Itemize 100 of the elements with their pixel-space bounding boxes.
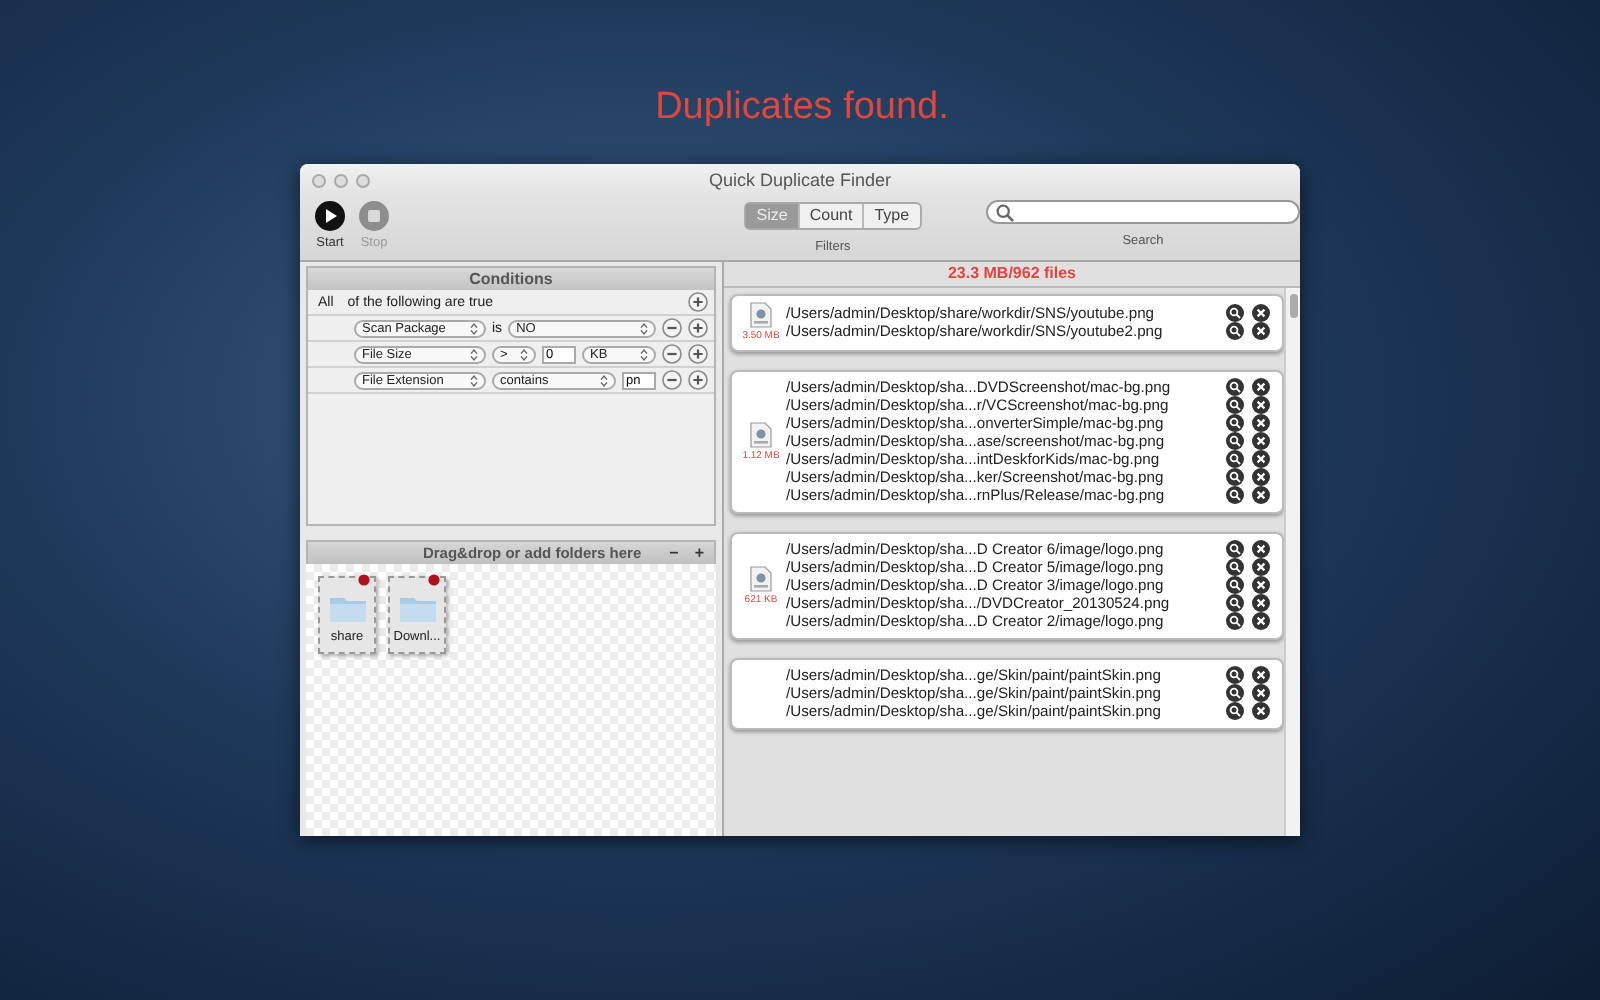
magnifier-icon: [1226, 594, 1244, 612]
close-icon: [1252, 396, 1270, 414]
magnifier-icon: [1226, 612, 1244, 630]
filter-tab[interactable]: Type: [862, 204, 920, 228]
folder-icon: [327, 593, 367, 623]
pin-icon: [428, 574, 440, 586]
chevron-icon: [470, 347, 478, 361]
remove-folder-button[interactable]: −: [665, 543, 683, 563]
close-icon: [1252, 576, 1270, 594]
minus-icon: [662, 344, 682, 364]
magnifier-icon: [1226, 414, 1244, 432]
stop-icon: [358, 200, 390, 232]
reveal-button[interactable]: [1226, 576, 1244, 594]
magnifier-icon: [1226, 684, 1244, 702]
magnifier-icon: [1226, 666, 1244, 684]
plus-icon: [688, 292, 708, 312]
chevron-icon: [640, 321, 648, 335]
reveal-button[interactable]: [1226, 612, 1244, 630]
reveal-button[interactable]: [1226, 322, 1244, 340]
reveal-button[interactable]: [1226, 702, 1244, 720]
chevron-icon: [600, 373, 608, 387]
reveal-button[interactable]: [1226, 684, 1244, 702]
delete-button[interactable]: [1252, 468, 1270, 486]
magnifier-icon: [1226, 304, 1244, 322]
delete-button[interactable]: [1252, 304, 1270, 322]
close-icon: [1252, 540, 1270, 558]
image-file-icon: [750, 421, 772, 447]
magnifier-icon: [1226, 450, 1244, 468]
search-field[interactable]: [986, 200, 1300, 224]
reveal-button[interactable]: [1226, 666, 1244, 684]
delete-button[interactable]: [1252, 576, 1270, 594]
plus-icon: [688, 344, 708, 364]
panel-header: Conditions: [308, 268, 714, 290]
minus-icon: [662, 318, 682, 338]
image-file-icon: [750, 302, 772, 328]
delete-button[interactable]: [1252, 396, 1270, 414]
close-icon: [1252, 304, 1270, 322]
plus-icon: [688, 318, 708, 338]
chevron-icon: [470, 321, 478, 335]
window-title: Quick Duplicate Finder: [708, 170, 892, 190]
headline: Duplicates found.: [655, 86, 949, 130]
close-icon: [1252, 486, 1270, 504]
delete-button[interactable]: [1252, 594, 1270, 612]
delete-button[interactable]: [1252, 486, 1270, 504]
magnifier-icon: [1226, 432, 1244, 450]
delete-button[interactable]: [1252, 322, 1270, 340]
reveal-button[interactable]: [1226, 396, 1244, 414]
reveal-button[interactable]: [1226, 540, 1244, 558]
close-icon: [1252, 594, 1270, 612]
summary-text: 23.3 MB/962 files: [724, 262, 1300, 288]
scrollbar[interactable]: [1284, 288, 1300, 836]
delete-button[interactable]: [1252, 540, 1270, 558]
delete-button[interactable]: [1252, 558, 1270, 576]
reveal-button[interactable]: [1226, 450, 1244, 468]
close-icon: [1252, 322, 1270, 340]
close-icon: [1252, 450, 1270, 468]
magnifier-icon: [1226, 558, 1244, 576]
folder-icon: [397, 593, 437, 623]
magnifier-icon: [1226, 322, 1244, 340]
search-icon: [996, 203, 1014, 221]
close-icon: [1252, 612, 1270, 630]
add-folder-button[interactable]: +: [690, 543, 708, 563]
reveal-button[interactable]: [1226, 378, 1244, 396]
delete-button[interactable]: [1252, 432, 1270, 450]
filter-tab[interactable]: Count: [797, 204, 863, 228]
delete-button[interactable]: [1252, 414, 1270, 432]
delete-button[interactable]: [1252, 666, 1270, 684]
delete-button[interactable]: [1252, 684, 1270, 702]
reveal-button[interactable]: [1226, 414, 1244, 432]
reveal-button[interactable]: [1226, 486, 1244, 504]
reveal-button[interactable]: [1226, 304, 1244, 322]
pin-icon: [358, 574, 370, 586]
close-icon: [1252, 558, 1270, 576]
play-icon: [314, 200, 346, 232]
reveal-button[interactable]: [1226, 594, 1244, 612]
chevron-icon: [640, 347, 648, 361]
magnifier-icon: [1226, 702, 1244, 720]
chevron-icon: [520, 347, 528, 361]
close-icon: [1252, 378, 1270, 396]
magnifier-icon: [1226, 576, 1244, 594]
close-icon: [1252, 432, 1270, 450]
delete-button[interactable]: [1252, 450, 1270, 468]
image-file-icon: [750, 565, 772, 591]
delete-button[interactable]: [1252, 612, 1270, 630]
reveal-button[interactable]: [1226, 432, 1244, 450]
magnifier-icon: [1226, 468, 1244, 486]
delete-button[interactable]: [1252, 378, 1270, 396]
reveal-button[interactable]: [1226, 558, 1244, 576]
delete-button[interactable]: [1252, 702, 1270, 720]
magnifier-icon: [1226, 396, 1244, 414]
close-icon: [1252, 666, 1270, 684]
reveal-button[interactable]: [1226, 468, 1244, 486]
chevron-icon: [470, 373, 478, 387]
close-icon: [1252, 702, 1270, 720]
minus-icon: [662, 370, 682, 390]
close-icon: [1252, 684, 1270, 702]
magnifier-icon: [1226, 378, 1244, 396]
close-icon: [1252, 414, 1270, 432]
magnifier-icon: [1226, 486, 1244, 504]
close-icon: [1252, 468, 1270, 486]
